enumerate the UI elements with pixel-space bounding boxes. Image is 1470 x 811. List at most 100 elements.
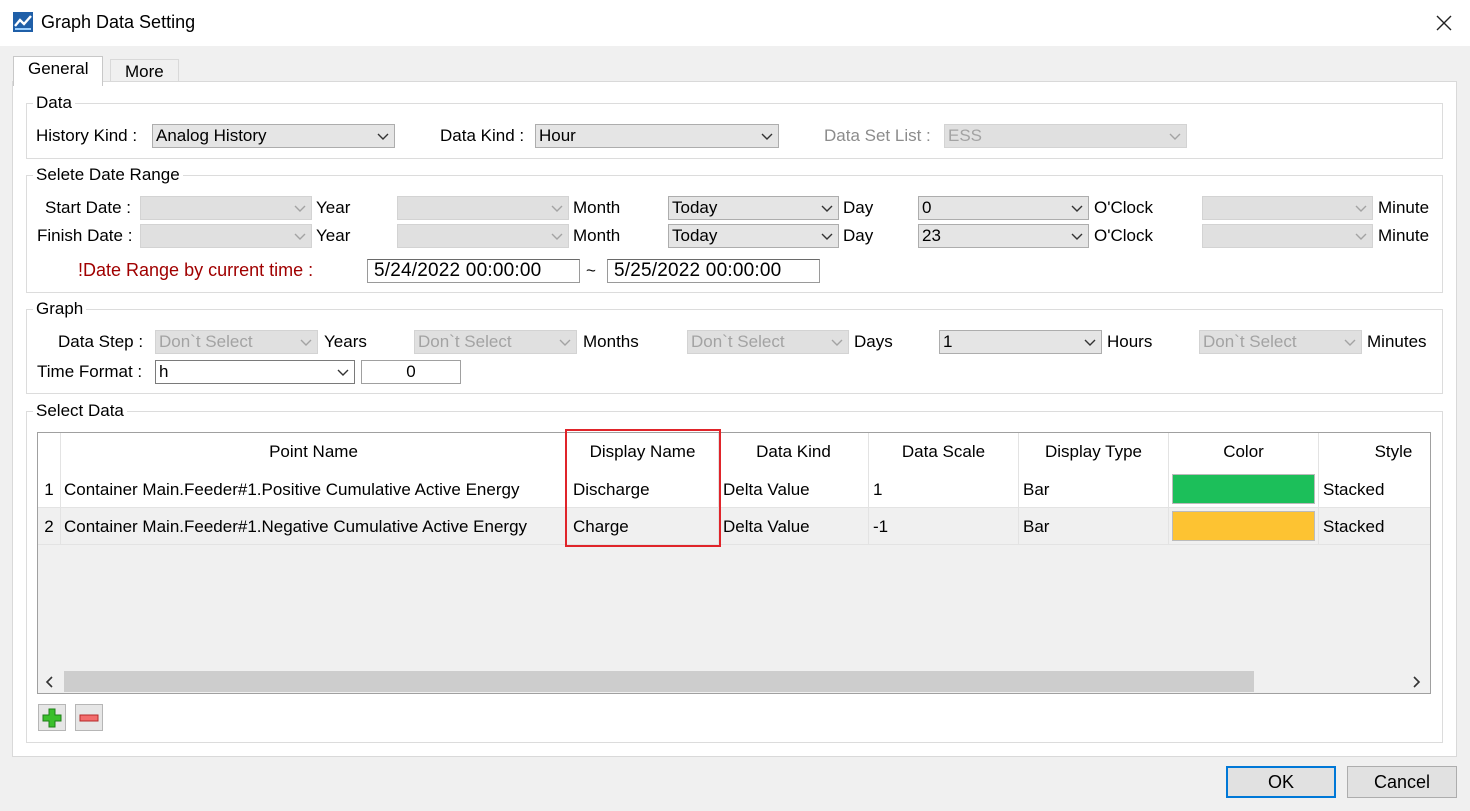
cell-display-type[interactable]: Bar xyxy=(1019,508,1169,545)
chevron-down-icon xyxy=(821,205,833,212)
cell-color[interactable] xyxy=(1169,471,1319,508)
data-group-legend: Data xyxy=(33,93,75,113)
hours-unit: Hours xyxy=(1107,332,1153,351)
title-bar xyxy=(0,0,1470,46)
cell-data-kind[interactable]: Delta Value xyxy=(719,508,869,545)
chevron-down-icon xyxy=(1355,205,1367,212)
cell-style[interactable]: Stacked xyxy=(1319,508,1430,545)
cell-color[interactable] xyxy=(1169,508,1319,545)
cell-display-name[interactable]: Charge xyxy=(567,508,719,545)
range-end-value: 5/25/2022 00:00:00 xyxy=(607,259,820,283)
row-number[interactable]: 1 xyxy=(38,471,61,508)
column-header-data-kind[interactable]: Data Kind xyxy=(719,433,869,471)
start-month-select[interactable] xyxy=(397,196,569,220)
ok-button[interactable]: OK xyxy=(1226,766,1336,798)
chevron-down-icon xyxy=(1355,233,1367,240)
chevron-down-icon xyxy=(559,339,571,346)
history-kind-select[interactable]: Analog History xyxy=(152,124,395,148)
color-swatch[interactable] xyxy=(1172,474,1315,504)
start-hour-select[interactable]: 0 xyxy=(918,196,1089,220)
chevron-down-icon xyxy=(551,233,563,240)
column-header-point-name[interactable]: Point Name xyxy=(61,433,567,471)
time-format-offset-input[interactable]: 0 xyxy=(361,360,461,384)
chevron-down-icon xyxy=(1071,205,1083,212)
finish-hour-select[interactable]: 23 xyxy=(918,224,1089,248)
data-set-list-select[interactable]: ESS xyxy=(944,124,1187,148)
cell-display-type[interactable]: Bar xyxy=(1019,471,1169,508)
range-separator: ~ xyxy=(586,261,596,280)
start-year-unit: Year xyxy=(316,198,351,217)
chevron-down-icon xyxy=(831,339,843,346)
tab-general[interactable]: General xyxy=(13,56,104,86)
time-format-label: Time Format : xyxy=(37,362,143,381)
finish-year-unit: Year xyxy=(316,226,351,245)
row-header-corner xyxy=(38,433,61,471)
window-title: Graph Data Setting xyxy=(41,12,196,32)
column-header-style[interactable]: Style xyxy=(1319,433,1430,471)
data-step-years-select[interactable]: Don`t Select xyxy=(155,330,318,354)
range-start-value: 5/24/2022 00:00:00 xyxy=(367,259,580,283)
date-range-note: !Date Range by current time : xyxy=(78,260,314,280)
start-minute-unit: Minute xyxy=(1378,198,1430,217)
data-step-minutes-select[interactable]: Don`t Select xyxy=(1199,330,1362,354)
graph-legend: Graph xyxy=(33,299,87,319)
chevron-down-icon xyxy=(294,233,306,240)
finish-minute-select[interactable] xyxy=(1202,224,1373,248)
chevron-left-icon xyxy=(45,675,53,688)
row-number[interactable]: 2 xyxy=(38,508,61,545)
color-swatch[interactable] xyxy=(1172,511,1315,541)
data-grid[interactable]: Point Name Display Name Data Kind Data S… xyxy=(37,432,1431,694)
finish-day-select[interactable]: Today xyxy=(668,224,839,248)
chevron-down-icon xyxy=(551,205,563,212)
cancel-button[interactable]: Cancel xyxy=(1347,766,1457,798)
cell-data-scale[interactable]: -1 xyxy=(869,508,1019,545)
finish-date-label: Finish Date : xyxy=(37,226,133,245)
time-format-select[interactable]: h xyxy=(155,360,355,384)
add-row-button[interactable] xyxy=(38,704,66,731)
chevron-down-icon xyxy=(1344,339,1356,346)
cell-point-name[interactable]: Container Main.Feeder#1.Negative Cumulat… xyxy=(61,508,567,545)
cell-data-kind[interactable]: Delta Value xyxy=(719,471,869,508)
data-kind-select[interactable]: Hour xyxy=(535,124,779,148)
scroll-left-button[interactable] xyxy=(40,670,60,693)
scroll-right-button[interactable] xyxy=(1406,670,1426,693)
column-header-display-name[interactable]: Display Name xyxy=(567,433,719,471)
history-kind-label: History Kind : xyxy=(36,126,138,145)
chevron-down-icon xyxy=(294,205,306,212)
start-month-unit: Month xyxy=(573,198,621,217)
plus-icon xyxy=(42,708,62,727)
start-day-select[interactable]: Today xyxy=(668,196,839,220)
chevron-down-icon xyxy=(1169,133,1181,140)
chevron-down-icon xyxy=(377,133,389,140)
chevron-down-icon xyxy=(300,339,312,346)
data-step-hours-select[interactable]: 1 xyxy=(939,330,1102,354)
months-unit: Months xyxy=(583,332,639,351)
finish-minute-unit: Minute xyxy=(1378,226,1430,245)
close-icon xyxy=(1436,15,1452,31)
cell-display-name[interactable]: Discharge xyxy=(567,471,719,508)
finish-day-unit: Day xyxy=(843,226,874,245)
chevron-down-icon xyxy=(337,369,349,376)
date-range-legend: Selete Date Range xyxy=(33,165,183,185)
data-step-months-select[interactable]: Don`t Select xyxy=(414,330,577,354)
minus-icon xyxy=(79,714,99,721)
finish-month-unit: Month xyxy=(573,226,621,245)
data-step-days-select[interactable]: Don`t Select xyxy=(687,330,849,354)
scrollbar-thumb[interactable] xyxy=(64,671,1254,692)
column-header-color[interactable]: Color xyxy=(1169,433,1319,471)
start-year-select[interactable] xyxy=(140,196,312,220)
column-header-data-scale[interactable]: Data Scale xyxy=(869,433,1019,471)
start-day-unit: Day xyxy=(843,198,874,217)
cell-data-scale[interactable]: 1 xyxy=(869,471,1019,508)
finish-year-select[interactable] xyxy=(140,224,312,248)
cell-point-name[interactable]: Container Main.Feeder#1.Positive Cumulat… xyxy=(61,471,567,508)
data-set-list-label: Data Set List : xyxy=(824,126,931,145)
cell-style[interactable]: Stacked xyxy=(1319,471,1430,508)
close-button[interactable] xyxy=(1426,6,1462,40)
finish-month-select[interactable] xyxy=(397,224,569,248)
column-header-display-type[interactable]: Display Type xyxy=(1019,433,1169,471)
start-minute-select[interactable] xyxy=(1202,196,1373,220)
data-step-label: Data Step : xyxy=(58,332,144,351)
remove-row-button[interactable] xyxy=(75,704,103,731)
chevron-down-icon xyxy=(761,133,773,140)
